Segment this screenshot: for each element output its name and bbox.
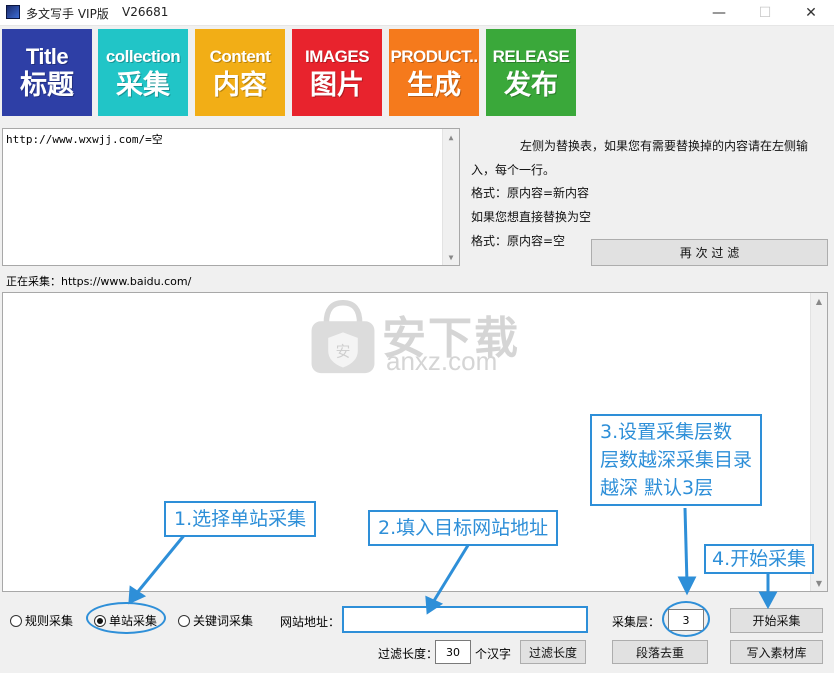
callout-step-3-line-2: 层数越深采集目录	[600, 449, 753, 471]
callout-step-3: 3.设置采集层数 层数越深采集目录 越深 默认3层	[590, 414, 763, 506]
start-collect-button[interactable]: 开始采集	[730, 608, 823, 633]
hint-line-3: 格式：原内容=新内容	[471, 186, 590, 200]
tile-product[interactable]: PRODUCT.. 生成	[389, 29, 479, 116]
scroll-down-icon[interactable]: ▼	[443, 249, 459, 265]
tile-release-cn: 发布	[504, 69, 558, 101]
callout-step-2: 2.填入目标网站地址	[368, 510, 559, 546]
tile-content-en: Content	[209, 46, 271, 66]
tile-release-en: RELEASE	[492, 46, 570, 66]
filter-length-input[interactable]: 30	[435, 640, 471, 664]
watermark-bag-icon: 安	[311, 299, 375, 374]
mode-keyword-radio[interactable]: 关键词采集	[178, 612, 253, 629]
title-bar: 多文写手 VIP版 V26681 — ☐ ✕	[0, 0, 834, 26]
write-library-button[interactable]: 写入素材库	[730, 640, 823, 664]
replace-table-scrollbar[interactable]: ▲ ▼	[442, 129, 459, 265]
replace-table-value: http://www.wxwjj.com/=空	[6, 133, 163, 146]
tile-content-cn: 内容	[213, 69, 267, 101]
site-url-label: 网站地址：	[280, 615, 341, 629]
tile-images-cn: 图片	[310, 69, 364, 101]
site-url-input[interactable]	[342, 606, 588, 633]
radio-dot	[178, 614, 190, 627]
filter-length-button[interactable]: 过滤长度	[520, 640, 586, 664]
tile-content[interactable]: Content 内容	[195, 29, 285, 116]
mode-keyword-label: 关键词采集	[193, 614, 254, 628]
callout-step-1: 1.选择单站采集	[164, 501, 317, 537]
tile-product-en: PRODUCT..	[390, 46, 478, 66]
hint-line-4: 如果您想直接替换为空	[471, 210, 592, 224]
annotation-ring-mode	[86, 602, 166, 634]
tile-collection[interactable]: collection 采集	[98, 29, 188, 116]
tile-title-cn: 标题	[20, 69, 74, 101]
mode-rule-radio[interactable]: 规则采集	[10, 612, 73, 629]
filter-length-unit: 个汉字	[475, 647, 512, 661]
annotation-ring-depth	[662, 601, 710, 637]
replace-table-input[interactable]: http://www.wxwjj.com/=空 ▲ ▼	[2, 128, 460, 266]
tile-release[interactable]: RELEASE 发布	[486, 29, 576, 116]
callout-step-3-line-3: 越深 默认3层	[600, 477, 714, 499]
callout-step-4: 4.开始采集	[704, 544, 815, 574]
app-version: V26681	[122, 5, 169, 19]
mode-rule-label: 规则采集	[25, 614, 74, 628]
status-text: 正在采集：https://www.baidu.com/	[6, 275, 192, 288]
dedupe-button[interactable]: 段落去重	[612, 640, 708, 664]
filter-length-label: 过滤长度：	[378, 647, 439, 661]
arrow-4-head	[758, 591, 778, 610]
tile-collection-en: collection	[105, 46, 181, 66]
module-toolbar: Title 标题 collection 采集 Content 内容 IMAGES…	[0, 26, 834, 120]
watermark-sub: anxz.com	[386, 346, 498, 376]
tile-title[interactable]: Title 标题	[2, 29, 92, 116]
scroll-up-icon[interactable]: ▲	[443, 129, 459, 145]
tile-images-en: IMAGES	[304, 46, 370, 66]
callout-step-3-line-1: 3.设置采集层数	[600, 421, 733, 443]
refilter-button[interactable]: 再 次 过 滤	[591, 239, 828, 266]
tile-collection-cn: 采集	[116, 69, 170, 101]
tile-title-en: Title	[25, 43, 69, 69]
hint-line-1: 左侧为替换表，如果您有需要替换掉的内容请在左侧输	[520, 139, 809, 153]
radio-dot	[10, 614, 22, 627]
svg-text:安: 安	[336, 343, 351, 360]
log-scroll-down-icon[interactable]: ▼	[811, 575, 827, 591]
app-icon	[6, 5, 20, 19]
app-title: 多文写手 VIP版	[26, 7, 109, 21]
tile-images[interactable]: IMAGES 图片	[292, 29, 382, 116]
maximize-button[interactable]: ☐	[742, 0, 788, 26]
hint-line-5: 格式：原内容=空	[471, 234, 566, 248]
depth-label: 采集层：	[612, 615, 661, 629]
minimize-button[interactable]: —	[696, 0, 742, 26]
tile-product-cn: 生成	[407, 69, 461, 101]
close-button[interactable]: ✕	[788, 0, 834, 26]
hint-line-2: 入，每个一行。	[471, 163, 556, 177]
log-scroll-up-icon[interactable]: ▲	[811, 293, 827, 309]
